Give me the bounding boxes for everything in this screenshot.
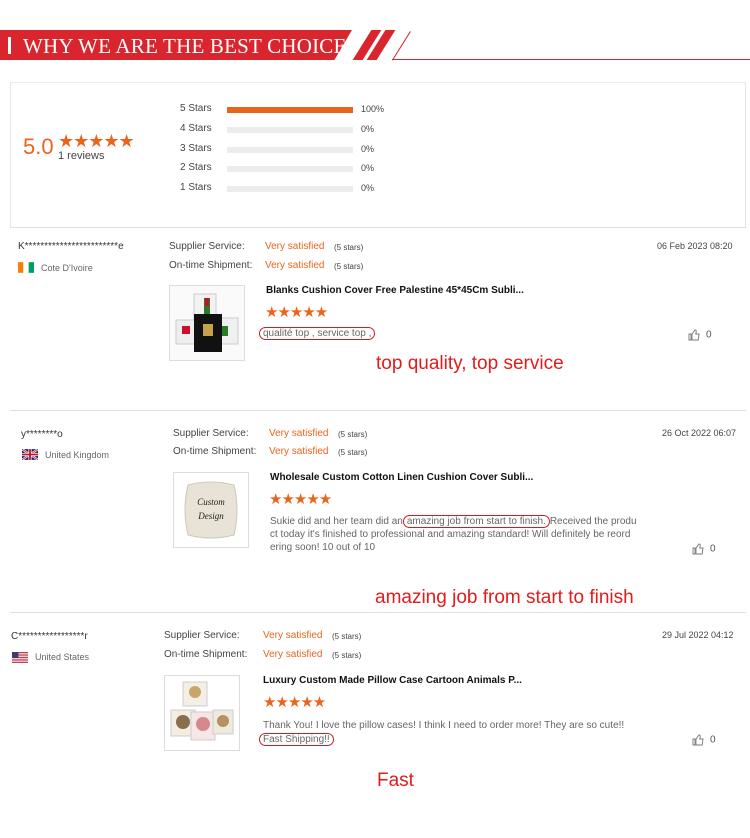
supplier-service-label: Supplier Service: xyxy=(164,630,240,641)
supplier-service-label: Supplier Service: xyxy=(169,241,245,252)
rating-bar xyxy=(227,186,353,192)
united-states-flag-icon xyxy=(12,652,28,663)
supplier-service-label: Supplier Service: xyxy=(173,428,249,439)
review-count: 1 reviews xyxy=(58,150,105,162)
review-stars: ★★★★★ xyxy=(265,304,328,321)
review-date: 29 Jul 2022 04:12 xyxy=(662,630,734,640)
average-stars: ★★★★★ xyxy=(58,131,135,151)
annotation-text: amazing job from start to finish xyxy=(375,587,634,608)
rating-bar xyxy=(227,147,353,153)
rating-label: 3 Stars xyxy=(180,143,212,154)
supplier-service-stars: (5 stars) xyxy=(334,243,364,252)
shipment-value: Very satisfied xyxy=(263,649,323,660)
comment-highlight: amazing job from start to finish. xyxy=(402,515,550,528)
supplier-service-value: Very satisfied xyxy=(269,428,329,439)
reviewer-country: Cote D'Ivoire xyxy=(41,263,93,273)
rating-bar xyxy=(227,107,353,113)
shipment-value: Very satisfied xyxy=(269,446,329,457)
shipment-stars: (5 stars) xyxy=(332,651,362,660)
rating-percent: 0% xyxy=(361,183,375,193)
comment-text: ering soon! 10 out of 10 xyxy=(270,542,376,553)
reviewer-name: K************************e xyxy=(18,241,124,252)
cushion-image-icon: Custom Design xyxy=(174,473,248,547)
supplier-service-value: Very satisfied xyxy=(265,241,325,252)
product-thumbnail[interactable] xyxy=(164,675,240,751)
rating-label: 1 Stars xyxy=(180,182,212,193)
reviewer-name: C*****************r xyxy=(11,631,88,642)
banner-tick xyxy=(8,37,11,54)
review-comment: Thank You! I love the pillow cases! I th… xyxy=(259,719,663,746)
shipment-label: On-time Shipment: xyxy=(169,260,253,271)
like-button[interactable]: 0 xyxy=(692,543,716,555)
product-title-link[interactable]: Blanks Cushion Cover Free Palestine 45*4… xyxy=(266,285,524,296)
shipment-label: On-time Shipment: xyxy=(173,446,257,457)
comment-text: Thank You! I love the pillow cases! I th… xyxy=(263,720,625,731)
banner-slant-line xyxy=(392,31,411,61)
shipment-stars: (5 stars) xyxy=(334,262,364,271)
divider xyxy=(10,227,746,228)
rating-label: 2 Stars xyxy=(180,162,212,173)
rating-label: 5 Stars xyxy=(180,103,212,114)
rating-row-5[interactable]: 5 Stars 100% xyxy=(180,103,400,117)
thumbs-up-icon xyxy=(692,734,704,746)
comment-highlight: Fast Shipping!! xyxy=(259,733,334,746)
review-comment: Sukie did and her team did an amazing job… xyxy=(270,515,655,554)
shipment-value: Very satisfied xyxy=(265,260,325,271)
rating-percent: 0% xyxy=(361,163,375,173)
divider xyxy=(10,410,746,411)
rating-bar xyxy=(227,127,353,133)
like-button[interactable]: 0 xyxy=(692,734,716,746)
shipment-stars: (5 stars) xyxy=(338,448,368,457)
annotation-text: Fast xyxy=(377,770,414,791)
united-kingdom-flag-icon xyxy=(22,449,38,460)
supplier-service-value: Very satisfied xyxy=(263,630,323,641)
reviewer-name: y********o xyxy=(21,429,63,440)
like-count: 0 xyxy=(706,329,712,341)
review-comment: qualité top , service top , xyxy=(259,327,376,340)
divider xyxy=(10,612,746,613)
supplier-service-stars: (5 stars) xyxy=(338,430,368,439)
product-title-link[interactable]: Wholesale Custom Cotton Linen Cushion Co… xyxy=(270,472,533,483)
rating-label: 4 Stars xyxy=(180,123,212,134)
product-thumbnail[interactable] xyxy=(169,285,245,361)
average-score: 5.0 xyxy=(23,134,54,159)
rating-row-3[interactable]: 3 Stars 0% xyxy=(180,143,400,157)
section-banner: WHY WE ARE THE BEST CHOICE xyxy=(0,26,750,64)
thumbs-up-icon xyxy=(688,329,700,341)
rating-row-2[interactable]: 2 Stars 0% xyxy=(180,162,400,176)
review-stars: ★★★★★ xyxy=(269,491,332,508)
thumbs-up-icon xyxy=(692,543,704,555)
thumb-text: Custom xyxy=(197,497,225,507)
comment-text: Sukie did and her team did an xyxy=(270,516,403,527)
comment-text: ct today it's finished to professional a… xyxy=(270,529,631,540)
review-date: 06 Feb 2023 08:20 xyxy=(657,241,733,251)
cushion-image-icon xyxy=(165,676,239,750)
banner-underline xyxy=(392,59,750,60)
shipment-label: On-time Shipment: xyxy=(164,649,248,660)
cote-divoire-flag-icon xyxy=(18,262,34,273)
cushion-image-icon xyxy=(175,293,239,352)
rating-row-1[interactable]: 1 Stars 0% xyxy=(180,182,400,196)
rating-percent: 0% xyxy=(361,124,375,134)
thumb-text: Design xyxy=(197,511,224,521)
like-button[interactable]: 0 xyxy=(688,329,712,341)
product-thumbnail[interactable]: Custom Design xyxy=(173,472,249,548)
product-title-link[interactable]: Luxury Custom Made Pillow Case Cartoon A… xyxy=(263,675,522,686)
rating-percent: 100% xyxy=(361,104,385,114)
like-count: 0 xyxy=(710,734,716,746)
reviewer-country: United Kingdom xyxy=(45,450,110,460)
review-date: 26 Oct 2022 06:07 xyxy=(662,428,737,438)
like-count: 0 xyxy=(710,543,716,555)
rating-bar-fill xyxy=(227,107,353,113)
reviewer-country: United States xyxy=(35,652,90,662)
banner-title: WHY WE ARE THE BEST CHOICE xyxy=(23,34,347,58)
rating-bar xyxy=(227,166,353,172)
comment-highlight: qualité top , service top , xyxy=(259,327,376,340)
annotation-text: top quality, top service xyxy=(376,353,564,374)
comment-text: Received the produ xyxy=(549,516,637,527)
rating-row-4[interactable]: 4 Stars 0% xyxy=(180,123,400,137)
supplier-service-stars: (5 stars) xyxy=(332,632,362,641)
review-stars: ★★★★★ xyxy=(263,694,326,711)
rating-percent: 0% xyxy=(361,144,375,154)
